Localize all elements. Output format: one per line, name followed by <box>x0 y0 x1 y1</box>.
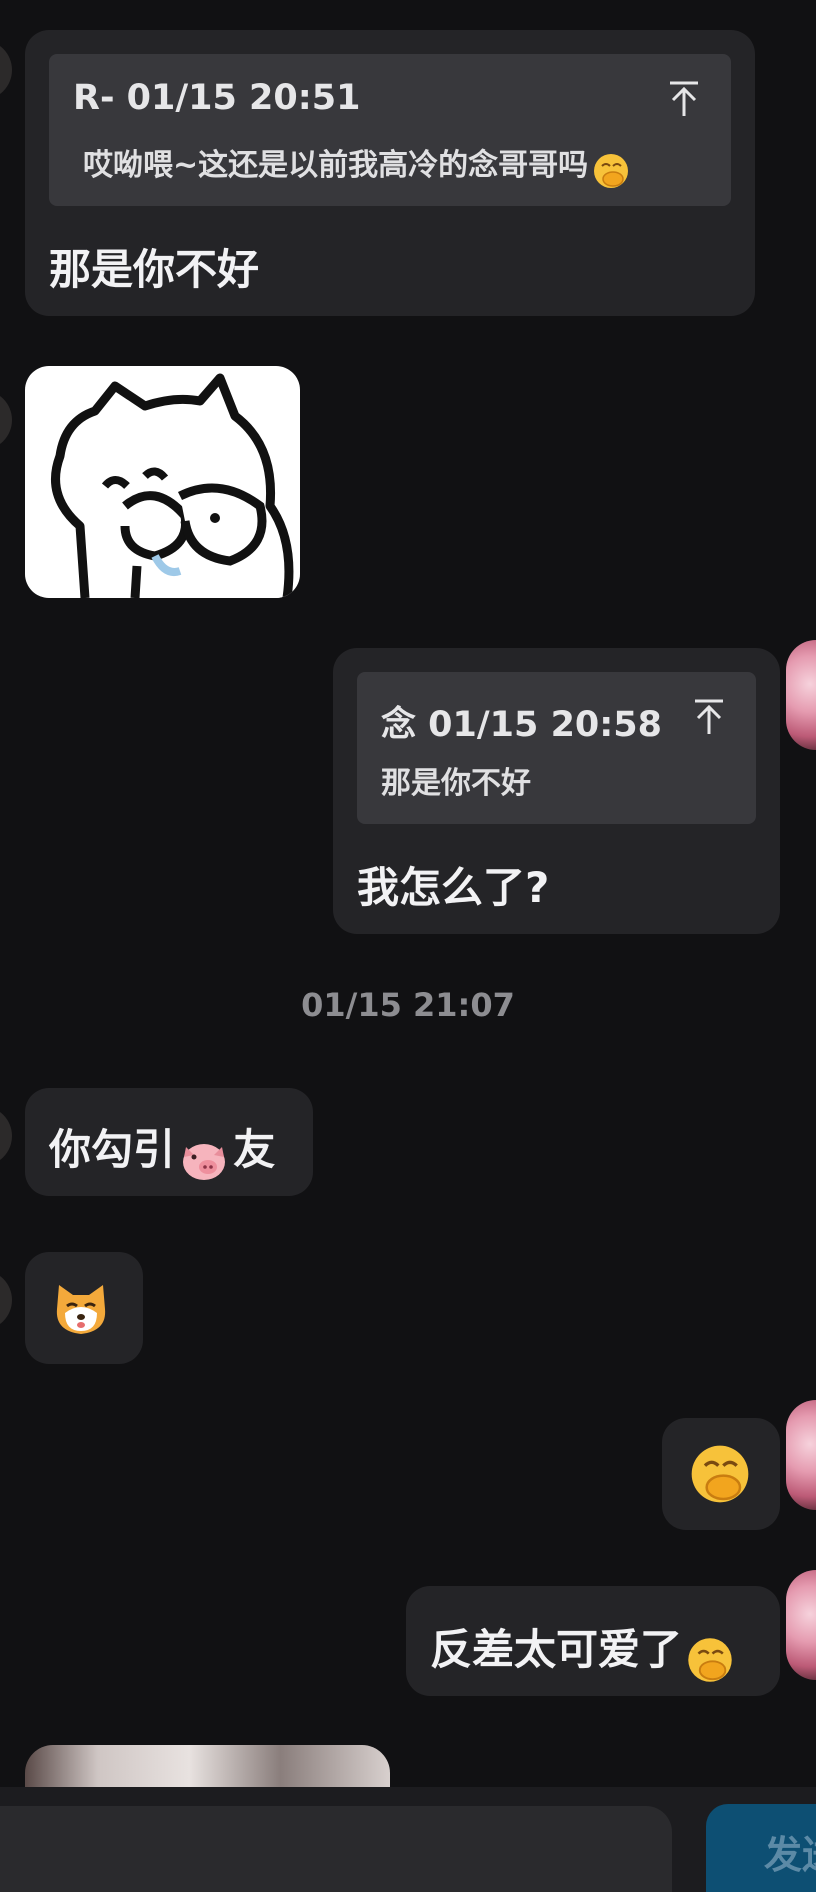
my-avatar[interactable] <box>786 1570 816 1680</box>
quoted-message-header: 念 01/15 20:58 <box>381 705 662 745</box>
sender-avatar[interactable] <box>0 1106 12 1166</box>
message-bubble-3[interactable]: 你勾引 友 <box>25 1088 313 1196</box>
quoted-message-text: 那是你不好 <box>381 766 531 801</box>
message-bubble-6[interactable]: 反差太可爱了 <box>406 1586 780 1696</box>
message-bubble-2[interactable]: 念 01/15 20:58 那是你不好 我怎么了? <box>333 648 780 934</box>
message-bubble-1[interactable]: R- 01/15 20:51 哎呦喂~这还是以前我高冷的念哥哥吗 那是你不好 <box>25 30 755 316</box>
message-text-row: 你勾引 友 <box>49 1116 275 1183</box>
message-text: 那是你不好 <box>49 245 260 294</box>
chat-screen: R- 01/15 20:51 哎呦喂~这还是以前我高冷的念哥哥吗 那是你不好 念… <box>0 0 816 1892</box>
message-bubble-5[interactable] <box>662 1418 780 1530</box>
message-text: 反差太可爱了 <box>430 1625 683 1674</box>
quoted-message[interactable]: 念 01/15 20:58 那是你不好 <box>357 672 756 824</box>
hand-over-mouth-emoji <box>688 1637 732 1682</box>
message-text-before: 你勾引 <box>49 1125 176 1174</box>
sender-avatar[interactable] <box>0 390 12 450</box>
hand-over-mouth-emoji <box>691 1445 749 1503</box>
send-button[interactable]: 发送 <box>706 1804 816 1892</box>
cat-sticker-image <box>51 373 294 598</box>
cat-meme-sticker[interactable] <box>25 366 300 598</box>
sender-avatar[interactable] <box>0 40 12 100</box>
chat-timestamp: 01/15 21:07 <box>301 986 515 1024</box>
message-text: 我怎么了? <box>357 863 550 912</box>
message-bubble-4[interactable] <box>25 1252 143 1364</box>
quoted-message-body: 哎呦喂~这还是以前我高冷的念哥哥吗 <box>83 140 629 189</box>
quoted-message-header: R- 01/15 20:51 <box>73 78 361 118</box>
sender-avatar[interactable] <box>0 1270 12 1330</box>
my-avatar[interactable] <box>786 1400 816 1510</box>
arrow-to-top-icon[interactable] <box>667 80 701 118</box>
quoted-message-text: 哎呦喂~这还是以前我高冷的念哥哥吗 <box>83 148 589 183</box>
arrow-to-top-icon[interactable] <box>692 698 726 736</box>
shiba-dog-emoji <box>56 1285 106 1334</box>
quoted-message[interactable]: R- 01/15 20:51 哎呦喂~这还是以前我高冷的念哥哥吗 <box>49 54 731 206</box>
pig-face-emoji <box>183 1143 226 1180</box>
hand-over-mouth-emoji <box>594 153 629 188</box>
message-input[interactable] <box>0 1806 672 1892</box>
message-text-after: 友 <box>233 1125 276 1174</box>
my-avatar[interactable] <box>786 640 816 750</box>
message-text-row: 反差太可爱了 <box>430 1616 733 1683</box>
